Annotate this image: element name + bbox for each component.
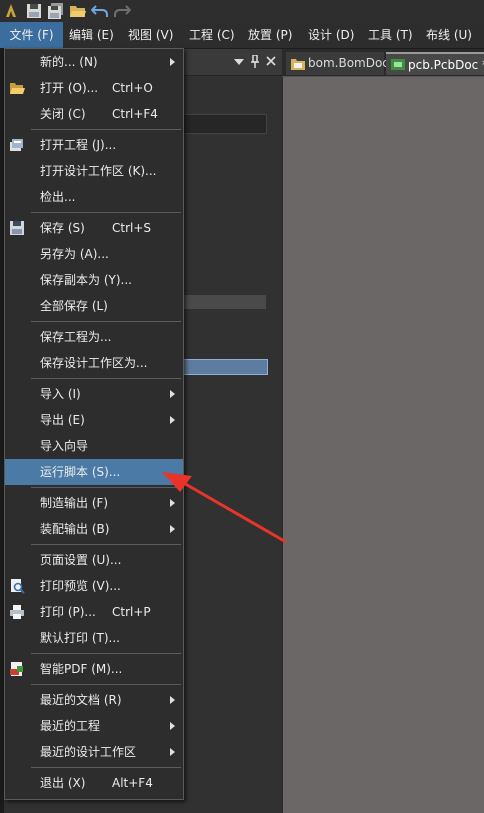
pcb-workspace[interactable] [283,77,484,813]
folder-open-icon [9,80,25,96]
menu-item-open[interactable]: 打开 (O)... Ctrl+O [5,75,183,101]
menu-item-print-preview[interactable]: 打印预览 (V)... [5,573,183,599]
menu-item-checkout[interactable]: 检出... [5,184,183,210]
menu-item-export[interactable]: 导出 (E) [5,407,183,433]
submenu-arrow-icon [170,416,175,424]
menu-view[interactable]: 视图 (V) [128,22,173,48]
panel-list-row[interactable] [180,295,266,309]
menu-separator [31,653,181,654]
menu-design[interactable]: 设计 (D) [308,22,354,48]
menu-item-save-copy-as[interactable]: 保存副本为 (Y)... [5,267,183,293]
menu-separator [31,544,181,545]
pcb-file-icon [391,59,405,70]
panel-close-icon[interactable] [266,56,276,66]
menu-separator [31,321,181,322]
menu-separator [31,378,181,379]
menu-file[interactable]: 文件 (F) [0,22,63,48]
menu-project[interactable]: 工程 (C) [189,22,235,48]
submenu-arrow-icon [170,58,175,66]
save-icon[interactable] [25,2,43,20]
menu-item-default-print[interactable]: 默认打印 (T)... [5,625,183,651]
annotation-arrow-icon [162,472,287,544]
save-all-icon[interactable] [47,2,65,20]
menu-item-save-workspace-as[interactable]: 保存设计工作区为... [5,350,183,376]
submenu-arrow-icon [170,696,175,704]
panel-dropdown-icon[interactable] [234,58,244,66]
pin-icon[interactable] [250,55,260,68]
undo-icon[interactable] [90,2,109,20]
menu-item-recent-workspaces[interactable]: 最近的设计工作区 [5,739,183,765]
tab-bom-doc[interactable]: bom.BomDoc [286,52,389,75]
file-menu-dropdown: 新的... (N) 打开 (O)... Ctrl+O 关闭 (C) Ctrl+F… [4,48,184,800]
menu-item-save-project-as[interactable]: 保存工程为... [5,324,183,350]
menu-item-save[interactable]: 保存 (S) Ctrl+S [5,215,183,241]
submenu-arrow-icon [170,748,175,756]
redo-icon[interactable] [113,2,132,20]
document-tabs: bom.BomDoc pcb.PcbDoc * [282,49,484,77]
main-menubar: 文件 (F) 编辑 (E) 视图 (V) 工程 (C) 放置 (P) 设计 (D… [0,22,484,49]
menu-edit[interactable]: 编辑 (E) [69,22,114,48]
menu-item-recent-documents[interactable]: 最近的文档 (R) [5,687,183,713]
menu-item-save-all[interactable]: 全部保存 (L) [5,293,183,319]
folder-open-icon[interactable] [69,2,87,20]
menu-tools[interactable]: 工具 (T) [368,22,413,48]
menu-item-import-wizard[interactable]: 导入向导 [5,433,183,459]
menu-item-import[interactable]: 导入 (I) [5,381,183,407]
submenu-arrow-icon [170,390,175,398]
open-project-icon [9,137,25,153]
menu-item-fabrication-outputs[interactable]: 制造输出 (F) [5,490,183,516]
menu-separator [31,212,181,213]
smart-pdf-icon [9,661,25,677]
panel-search-input[interactable] [180,114,267,134]
menu-separator [31,487,181,488]
menu-item-run-script[interactable]: 运行脚本 (S)... [5,459,183,485]
panel-selected-row[interactable] [180,359,268,375]
menu-place[interactable]: 放置 (P) [248,22,292,48]
menu-item-assembly-outputs[interactable]: 装配输出 (B) [5,516,183,542]
save-icon [9,220,25,236]
menu-separator [31,767,181,768]
menu-item-recent-projects[interactable]: 最近的工程 [5,713,183,739]
tab-label: pcb.PcbDoc * [408,58,484,72]
menu-item-new[interactable]: 新的... (N) [5,49,183,75]
tab-label: bom.BomDoc [308,56,389,70]
menu-item-exit[interactable]: 退出 (X) Alt+F4 [5,770,183,796]
menu-separator [31,129,181,130]
print-preview-icon [9,578,25,594]
quick-access-toolbar [0,0,484,22]
menu-item-save-as[interactable]: 另存为 (A)... [5,241,183,267]
printer-icon [9,604,25,620]
tab-pcb-doc[interactable]: pcb.PcbDoc * [386,52,484,75]
menu-item-open-project[interactable]: 打开工程 (J)... [5,132,183,158]
bom-file-icon [291,59,305,70]
menu-item-page-setup[interactable]: 页面设置 (U)... [5,547,183,573]
menu-item-smart-pdf[interactable]: 智能PDF (M)... [5,656,183,682]
menu-item-close[interactable]: 关闭 (C) Ctrl+F4 [5,101,183,127]
menu-separator [31,684,181,685]
menu-item-print[interactable]: 打印 (P)... Ctrl+P [5,599,183,625]
menu-item-open-workspace[interactable]: 打开设计工作区 (K)... [5,158,183,184]
menu-route[interactable]: 布线 (U) [426,22,472,48]
submenu-arrow-icon [170,722,175,730]
app-logo-icon [2,2,20,20]
